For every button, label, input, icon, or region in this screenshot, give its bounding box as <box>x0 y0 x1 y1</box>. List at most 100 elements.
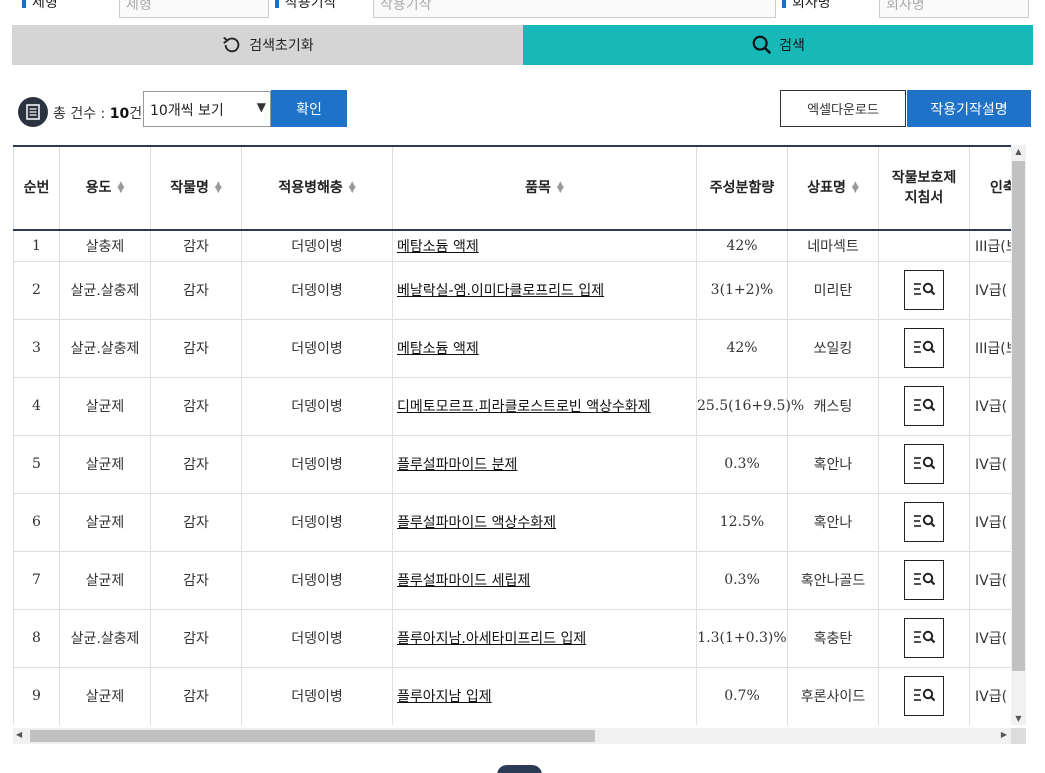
cell-guide[interactable] <box>878 493 970 552</box>
refresh-icon <box>223 36 240 53</box>
guide-view-icon[interactable] <box>904 270 944 310</box>
pagination-button[interactable] <box>497 765 542 773</box>
sort-icon[interactable]: ▲ ▼ <box>215 181 222 195</box>
cell-use: 살균제 <box>59 435 151 494</box>
chevron-down-icon: ▼ <box>256 100 266 114</box>
cell-brand: 혹안나골드 <box>787 551 879 610</box>
item-link[interactable]: 플루아지남 입제 <box>397 689 492 705</box>
cell-pest: 더뎅이병 <box>241 435 393 494</box>
cell-no: 4 <box>13 377 60 436</box>
confirm-button[interactable]: 확인 <box>271 90 347 127</box>
cell-pest: 더뎅이병 <box>241 551 393 610</box>
cell-item[interactable]: 메탐소듐 액제 <box>392 319 697 378</box>
item-link[interactable]: 메탐소듐 액제 <box>397 239 479 255</box>
scroll-up-icon[interactable]: ▲ <box>1011 147 1026 156</box>
excel-download-button[interactable]: 엑셀다운로드 <box>780 90 906 127</box>
cell-brand: 후론사이드 <box>787 667 879 725</box>
col-header-brand[interactable]: 상표명 ▲ ▼ <box>787 147 879 231</box>
guide-view-icon[interactable] <box>904 502 944 542</box>
table-row: 7 살균제 감자 더뎅이병 플루설파마이드 세립제 0.3% 혹안나골드 IV급( <box>13 551 1026 610</box>
cell-use: 살균제 <box>59 377 151 436</box>
cell-content: 0.3% <box>696 551 788 610</box>
item-link[interactable]: 메탐소듐 액제 <box>397 341 479 357</box>
vertical-scroll-thumb[interactable] <box>1012 161 1025 671</box>
cell-guide[interactable] <box>878 319 970 378</box>
scroll-down-icon[interactable]: ▼ <box>1011 714 1026 723</box>
col-header-pest[interactable]: 적용병해충 ▲ ▼ <box>241 147 393 231</box>
cell-item[interactable]: 플루설파마이드 액상수화제 <box>392 493 697 552</box>
item-link[interactable]: 플루설파마이드 액상수화제 <box>397 515 556 531</box>
cell-no: 1 <box>13 230 60 262</box>
horizontal-scroll-thumb[interactable] <box>30 730 595 742</box>
col-header-crop[interactable]: 작물명 ▲ ▼ <box>150 147 242 231</box>
cell-guide[interactable] <box>878 435 970 494</box>
reset-search-button[interactable]: 검색초기화 <box>12 25 523 65</box>
company-label: 회사명 <box>780 0 831 12</box>
table-row: 9 살균제 감자 더뎅이병 플루아지남 입제 0.7% 후론사이드 IV급( <box>13 667 1026 725</box>
item-link[interactable]: 디메토모르프.피라클로스트로빈 액상수화제 <box>397 399 651 415</box>
sort-icon[interactable]: ▲ ▼ <box>852 181 859 195</box>
cell-pest: 더뎅이병 <box>241 230 393 262</box>
cell-pest: 더뎅이병 <box>241 377 393 436</box>
cell-content: 25.5(16+9.5)% <box>696 377 804 436</box>
cell-item[interactable]: 디메토모르프.피라클로스트로빈 액상수화제 <box>392 377 697 436</box>
col-header-use[interactable]: 용도 ▲ ▼ <box>59 147 151 231</box>
company-input[interactable]: 회사명 <box>879 0 1029 18</box>
cell-content: 1.3(1+0.3)% <box>696 609 788 668</box>
vertical-scrollbar[interactable]: ▲ ▼ <box>1011 145 1026 725</box>
cell-crop: 감자 <box>150 435 242 494</box>
guide-view-icon[interactable] <box>904 386 944 426</box>
sort-icon[interactable]: ▲ ▼ <box>349 181 356 195</box>
cell-item[interactable]: 플루아지남 입제 <box>392 667 697 725</box>
mode-input[interactable]: 작용기작 <box>373 0 776 18</box>
scroll-left-icon[interactable]: ◀ <box>16 730 22 739</box>
results-table: 순번 용도 ▲ ▼ 작물명 ▲ ▼ 적용병해충 ▲ ▼ 품목 ▲ ▼ 주성분함량 상표명 ▲ ▼ 작… <box>13 145 1026 725</box>
cell-no: 9 <box>13 667 60 725</box>
cell-brand: 미리탄 <box>787 261 879 320</box>
scroll-right-icon[interactable]: ▶ <box>1001 730 1007 739</box>
guide-view-icon[interactable] <box>904 676 944 716</box>
cell-guide[interactable] <box>878 609 970 668</box>
cell-no: 6 <box>13 493 60 552</box>
cell-guide[interactable] <box>878 667 970 725</box>
page-size-select[interactable]: 10개씩 보기 ▼ <box>143 91 271 127</box>
cell-guide[interactable] <box>878 551 970 610</box>
table-row: 5 살균제 감자 더뎅이병 플루설파마이드 분제 0.3% 혹안나 IV급( <box>13 435 1026 494</box>
cell-guide <box>878 230 970 262</box>
count-prefix: 총 건수 : <box>53 106 110 122</box>
item-link[interactable]: 플루설파마이드 세립제 <box>397 573 530 589</box>
cell-item[interactable]: 플루설파마이드 세립제 <box>392 551 697 610</box>
guide-view-icon[interactable] <box>904 560 944 600</box>
guide-view-icon[interactable] <box>904 444 944 484</box>
table-row: 3 살균.살충제 감자 더뎅이병 메탐소듐 액제 42% 쏘일킹 III급(보 <box>13 319 1026 378</box>
cell-crop: 감자 <box>150 493 242 552</box>
formulation-input[interactable]: 제형 <box>119 0 269 18</box>
cell-guide[interactable] <box>878 377 970 436</box>
cell-no: 8 <box>13 609 60 668</box>
scrollbar-corner <box>1011 728 1026 744</box>
horizontal-scrollbar[interactable]: ◀ ▶ <box>13 728 1011 744</box>
table-header-row: 순번 용도 ▲ ▼ 작물명 ▲ ▼ 적용병해충 ▲ ▼ 품목 ▲ ▼ 주성분함량 상표명 ▲ ▼ 작… <box>13 147 1026 231</box>
item-link[interactable]: 플루아지남.아세타미프리드 입제 <box>397 631 586 647</box>
cell-content: 42% <box>696 319 788 378</box>
mode-of-action-button[interactable]: 작용기작설명 <box>907 90 1031 127</box>
sort-icon[interactable]: ▲ ▼ <box>117 181 124 195</box>
cell-item[interactable]: 플루아지남.아세타미프리드 입제 <box>392 609 697 668</box>
cell-brand: 혹충탄 <box>787 609 879 668</box>
col-header-item[interactable]: 품목 ▲ ▼ <box>392 147 697 231</box>
cell-crop: 감자 <box>150 377 242 436</box>
sort-icon[interactable]: ▲ ▼ <box>557 181 564 195</box>
table-row: 2 살균.살충제 감자 더뎅이병 베날락실-엠.이미다클로프리드 입제 3(1+2)% 미리… <box>13 261 1026 320</box>
cell-item[interactable]: 베날락실-엠.이미다클로프리드 입제 <box>392 261 697 320</box>
cell-item[interactable]: 플루설파마이드 분제 <box>392 435 697 494</box>
search-button[interactable]: 검색 <box>523 25 1033 65</box>
cell-item[interactable]: 메탐소듐 액제 <box>392 230 697 262</box>
item-link[interactable]: 베날락실-엠.이미다클로프리드 입제 <box>397 283 604 299</box>
guide-view-icon[interactable] <box>904 618 944 658</box>
cell-use: 살균제 <box>59 551 151 610</box>
cell-no: 5 <box>13 435 60 494</box>
document-icon <box>18 97 48 127</box>
guide-view-icon[interactable] <box>904 328 944 368</box>
cell-guide[interactable] <box>878 261 970 320</box>
item-link[interactable]: 플루설파마이드 분제 <box>397 457 517 473</box>
